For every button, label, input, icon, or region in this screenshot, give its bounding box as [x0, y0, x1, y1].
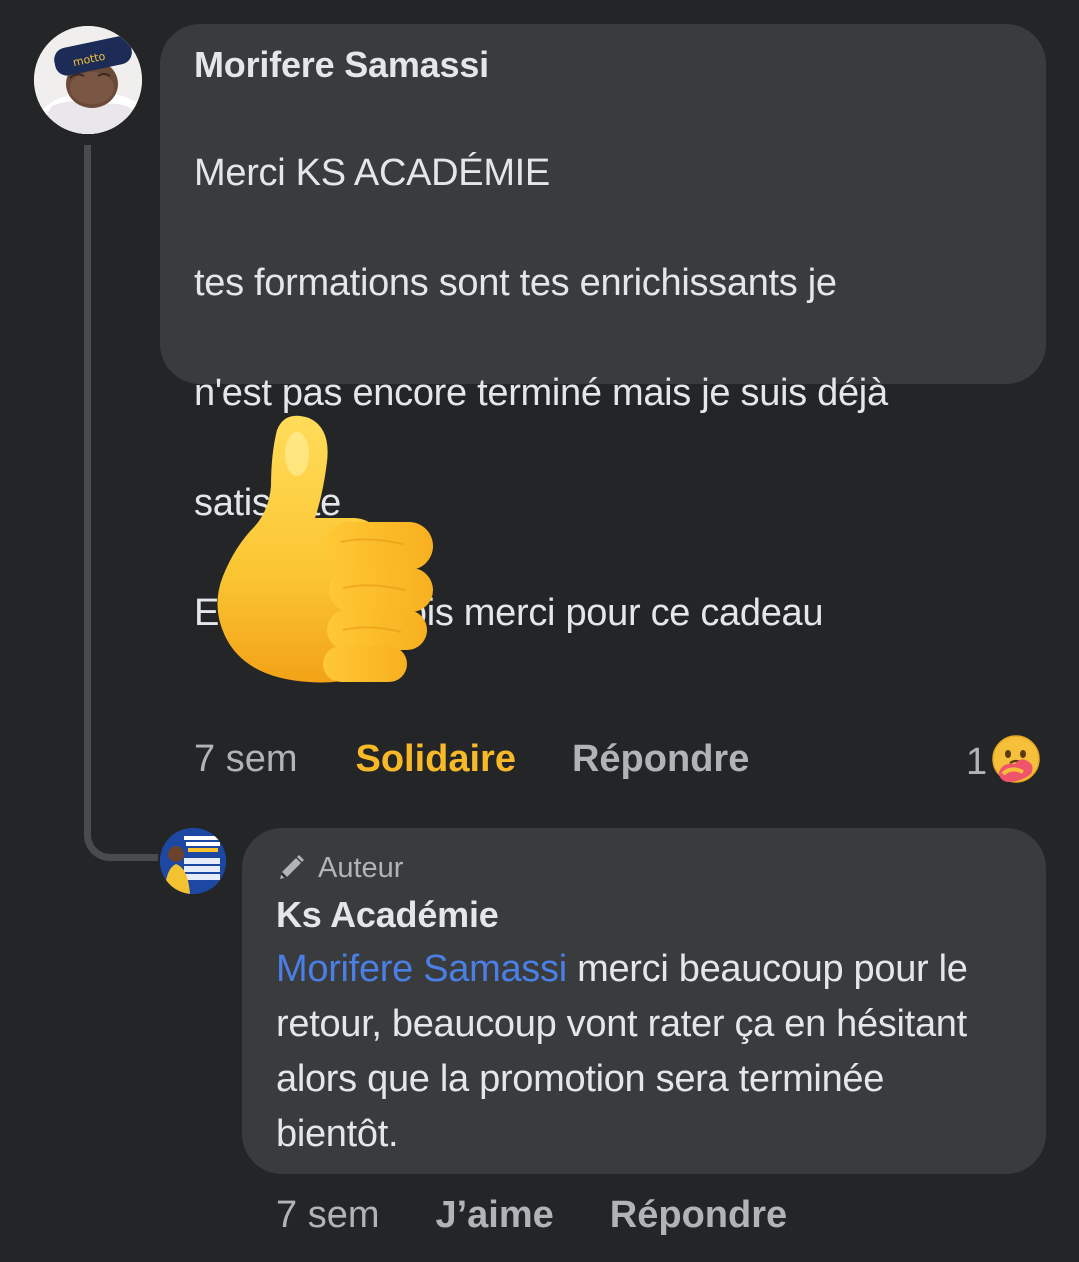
reply-button[interactable]: Répondre — [572, 736, 749, 782]
avatar[interactable]: motto — [34, 26, 142, 134]
reaction-count: 1 — [966, 740, 988, 783]
avatar[interactable] — [160, 828, 226, 894]
reply-author-name[interactable]: Ks Académie — [276, 892, 1012, 938]
like-button[interactable]: J’aime — [435, 1192, 553, 1238]
reaction-summary[interactable]: 1 — [966, 734, 1041, 789]
reaction-button[interactable]: Solidaire — [355, 736, 516, 782]
mention-link[interactable]: Morifere Samassi — [276, 948, 567, 990]
thumbs-up-icon — [205, 410, 445, 695]
comment-thread: motto Morifere Samassi Merci KS ACADÉMIE… — [0, 0, 1079, 1262]
care-reaction-icon — [991, 734, 1041, 789]
reply-timestamp[interactable]: 7 sem — [276, 1192, 379, 1238]
thread-connector-line — [84, 145, 158, 861]
comment-bubble: Morifere Samassi Merci KS ACADÉMIE tes f… — [160, 24, 1046, 634]
comment-line: tes formations sont tes enrichissants je — [194, 262, 837, 304]
reply-button[interactable]: Répondre — [610, 1192, 787, 1238]
pen-icon — [276, 853, 306, 883]
comment-author-name[interactable]: Morifere Samassi — [194, 42, 1012, 88]
author-badge-label: Auteur — [318, 852, 404, 884]
reply-body: Morifere Samassi merci beaucoup pour le … — [276, 942, 1012, 1162]
comment-timestamp[interactable]: 7 sem — [194, 736, 297, 782]
reply-actions: 7 sem J’aime Répondre — [276, 1192, 787, 1238]
reply-bubble: Auteur Ks Académie Morifere Samassi merc… — [242, 828, 1046, 1174]
comment-line: Merci KS ACADÉMIE — [194, 152, 550, 194]
comment-actions: 7 sem Solidaire Répondre — [194, 736, 749, 782]
author-badge: Auteur — [276, 850, 1012, 886]
